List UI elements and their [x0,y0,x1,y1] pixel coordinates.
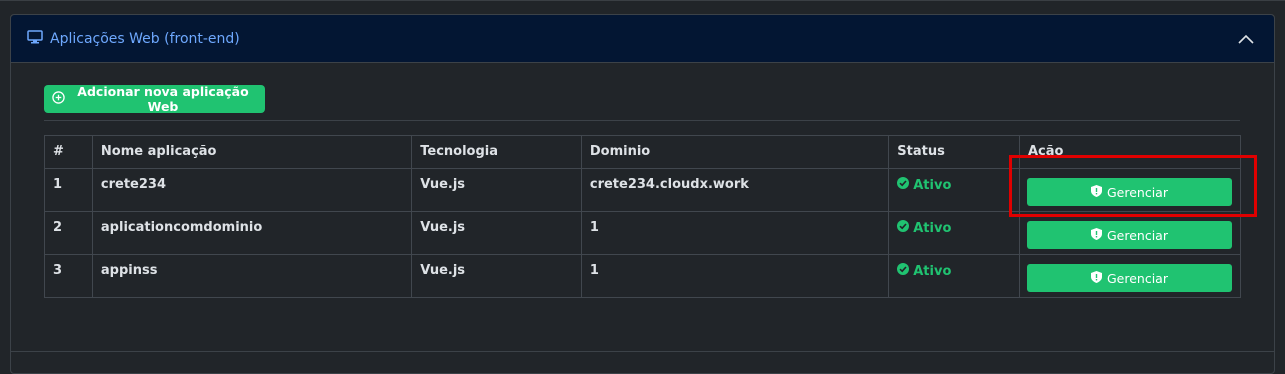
cell-domain: 1 [580,211,890,255]
cell-action: Gerenciar [1018,168,1242,212]
check-circle-icon [897,263,910,279]
manage-button[interactable]: Gerenciar [1026,221,1232,249]
col-header-domain: Dominio [580,135,890,169]
shield-icon [1090,270,1102,286]
status-label: Ativo [913,263,952,279]
apps-table: # Nome aplicação Tecnologia Dominio Stat… [44,135,1242,298]
cell-name: aplicationcomdominio [91,211,413,255]
status-badge: Ativo [897,220,1011,236]
card-title: Aplicações Web (front-end) [50,30,240,47]
table-row: 3 appinss Vue.js 1 Ativo Gerenciar [44,254,1242,298]
col-header-action: Ação [1018,135,1242,169]
col-header-index: # [44,135,93,169]
status-label: Ativo [913,220,952,236]
chevron-up-icon[interactable] [1234,27,1258,51]
bottom-divider [10,351,1275,352]
card-title-wrap: Aplicações Web (front-end) [27,29,1234,48]
table-row: 2 aplicationcomdominio Vue.js 1 Ativo Ge… [44,211,1242,255]
shield-icon [1090,184,1102,200]
card-header[interactable]: Aplicações Web (front-end) [11,15,1274,63]
col-header-status: Status [888,135,1020,169]
status-badge: Ativo [897,177,1011,193]
divider [44,120,1240,121]
check-circle-icon [897,177,910,193]
cell-status: Ativo [888,211,1020,255]
cell-action: Gerenciar [1018,211,1242,255]
cell-domain: 1 [580,254,890,298]
manage-button[interactable]: Gerenciar [1026,264,1232,292]
cell-index: 1 [44,168,93,212]
cell-name: appinss [91,254,413,298]
manage-button-label: Gerenciar [1106,184,1168,200]
check-circle-icon [897,220,910,236]
cell-name: crete234 [91,168,413,212]
shield-icon [1090,227,1102,243]
plus-circle-icon [52,91,65,107]
cell-status: Ativo [888,168,1020,212]
manage-button[interactable]: Gerenciar [1026,178,1232,206]
table-header-row: # Nome aplicação Tecnologia Dominio Stat… [44,135,1242,169]
cell-status: Ativo [888,254,1020,298]
top-divider [0,0,1285,1]
status-label: Ativo [913,177,952,193]
web-apps-card: Aplicações Web (front-end) Adcionar nova… [10,14,1275,374]
manage-button-label: Gerenciar [1106,270,1168,286]
add-button-label: Adcionar nova aplicação Web [77,84,249,114]
col-header-tech: Tecnologia [411,135,582,169]
cell-tech: Vue.js [411,211,582,255]
status-badge: Ativo [897,263,1011,279]
cell-tech: Vue.js [411,168,582,212]
table-row: 1 crete234 Vue.js crete234.cloudx.work A… [44,168,1242,212]
cell-action: Gerenciar [1018,254,1242,298]
manage-button-label: Gerenciar [1106,227,1168,243]
cell-tech: Vue.js [411,254,582,298]
cell-index: 3 [44,254,93,298]
col-header-name: Nome aplicação [91,135,413,169]
monitor-icon [27,29,43,48]
add-web-app-button[interactable]: Adcionar nova aplicação Web [44,84,265,114]
cell-domain: crete234.cloudx.work [580,168,890,212]
cell-index: 2 [44,211,93,255]
